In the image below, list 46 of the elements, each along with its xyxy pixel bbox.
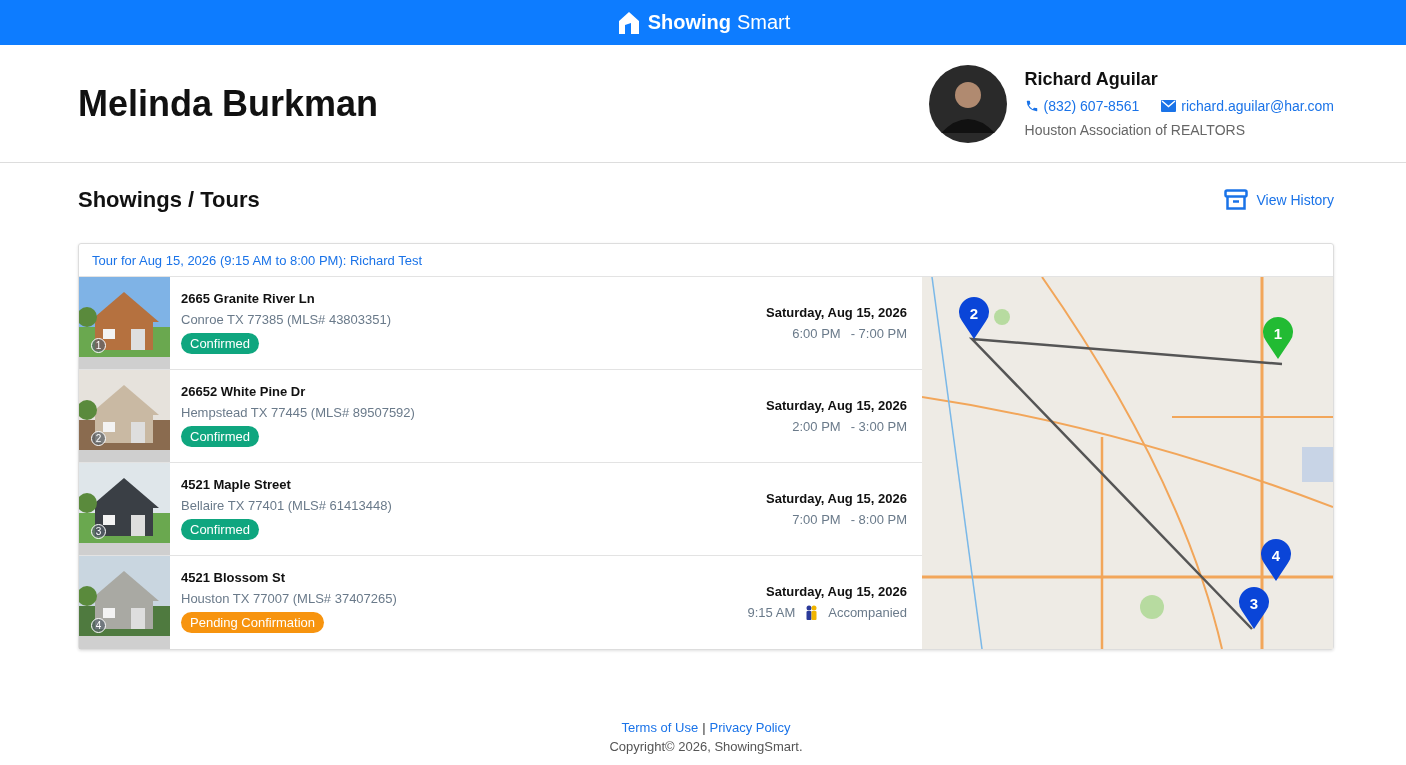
start-time: 7:00 PM	[792, 512, 841, 527]
archive-icon	[1224, 189, 1249, 211]
property-locality: Conroe TX 77385 (MLS# 43803351)	[181, 312, 393, 327]
brand-name: Showing	[647, 11, 731, 34]
accompaniment: Accompanied	[828, 605, 907, 620]
status-badge: Confirmed	[181, 333, 259, 354]
status-badge: Confirmed	[181, 426, 259, 447]
terms-link[interactable]: Terms of Use	[621, 720, 699, 735]
property-locality: Hempstead TX 77445 (MLS# 89507592)	[181, 405, 416, 420]
end-time: - 8:00 PM	[850, 512, 907, 527]
section-title: Showings / Tours	[78, 187, 260, 213]
separator: |	[702, 720, 706, 735]
property-address: 2665 Granite River Ln	[181, 291, 316, 306]
showing-date: Saturday, Aug 15, 2026	[766, 584, 907, 599]
map-pin[interactable]: 1	[1262, 317, 1294, 359]
status-badge: Confirmed	[181, 519, 259, 540]
envelope-icon	[1161, 100, 1177, 112]
map-pin[interactable]: 3	[1238, 587, 1270, 629]
showing-date: Saturday, Aug 15, 2026	[766, 305, 907, 320]
brand-name: Smart	[737, 11, 791, 34]
property-address: 4521 Maple Street	[181, 477, 292, 492]
showing-date: Saturday, Aug 15, 2026	[766, 491, 907, 506]
property-locality: Bellaire TX 77401 (MLS# 61413448)	[181, 498, 393, 513]
end-time: - 3:00 PM	[850, 419, 907, 434]
property-locality: Houston TX 77007 (MLS# 37407265)	[181, 591, 398, 606]
property-address: 26652 White Pine Dr	[181, 384, 307, 399]
tour-title: Tour for Aug 15, 2026 (9:15 AM to 8:00 PM): Richard Test	[92, 252, 422, 268]
property-address: 4521 Blossom St	[181, 570, 287, 585]
email-link[interactable]: richard.aguilar@har.com	[1161, 98, 1334, 114]
status-badge: Pending Confirmation	[181, 612, 325, 633]
phone-link[interactable]: (832) 607-8561	[1024, 98, 1140, 114]
map-pin[interactable]: 2	[958, 297, 990, 339]
people-icon	[805, 605, 819, 620]
start-time: 6:00 PM	[792, 326, 841, 341]
start-time: 2:00 PM	[792, 419, 841, 434]
phone-icon	[1024, 99, 1039, 113]
view-history-link[interactable]: View History	[1224, 189, 1334, 211]
agent-organization: Houston Association of REALTORS	[1024, 122, 1246, 138]
agent-name: Richard Aguilar	[1024, 69, 1159, 90]
start-time: 9:15 AM	[747, 605, 796, 620]
privacy-link[interactable]: Privacy Policy	[709, 720, 791, 735]
showing-date: Saturday, Aug 15, 2026	[766, 398, 907, 413]
copyright: Copyright© 2026, ShowingSmart.	[609, 739, 803, 754]
client-name: Melinda Burkman	[78, 82, 379, 125]
end-time: - 7:00 PM	[850, 326, 907, 341]
map-pin[interactable]: 4	[1260, 539, 1292, 581]
